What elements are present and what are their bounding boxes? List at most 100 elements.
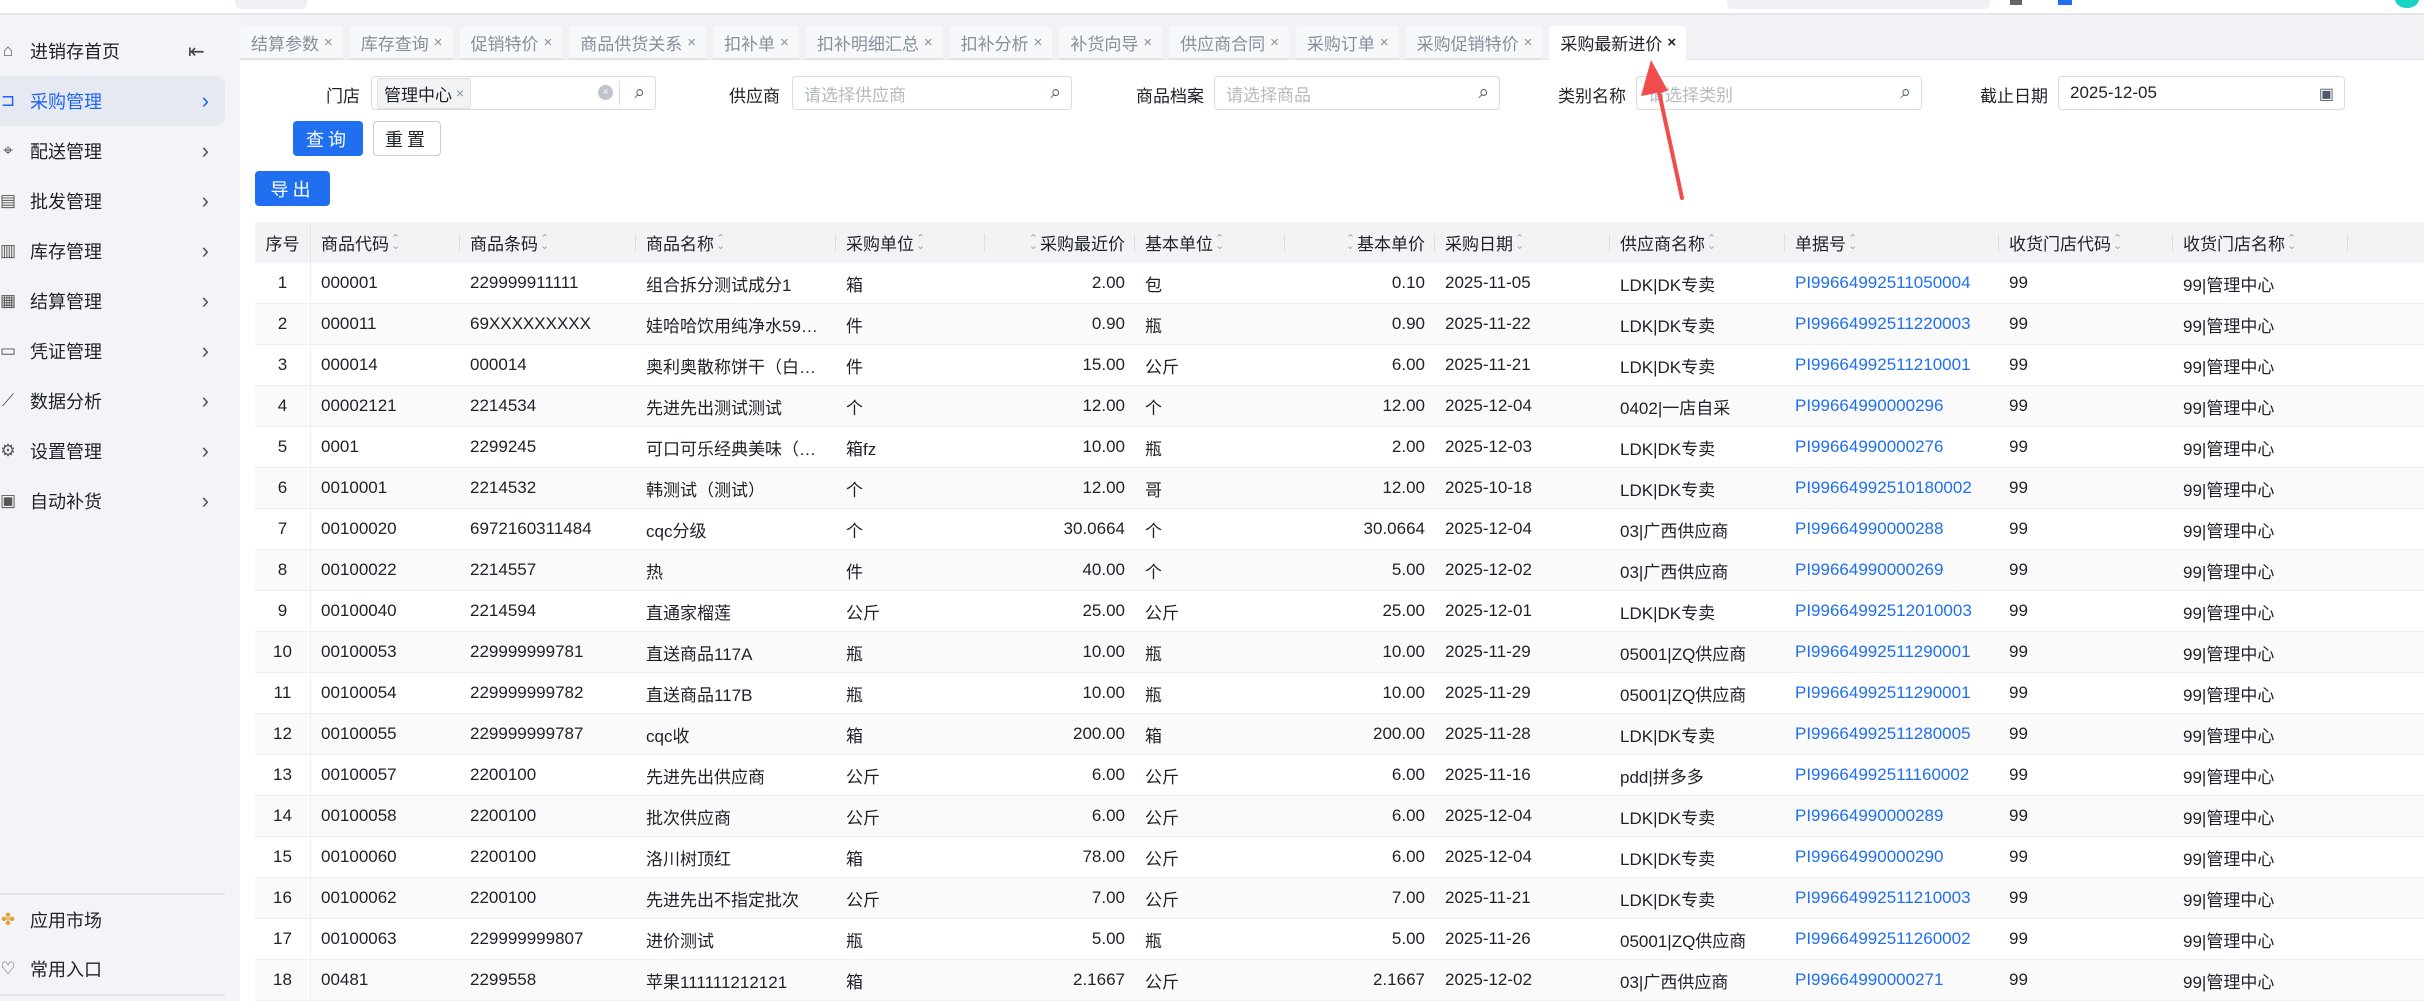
category-input[interactable]: 请选择类别 ⌕ (1636, 76, 1922, 110)
tab-4[interactable]: 扣补单 × (713, 26, 799, 60)
tab-0[interactable]: 结算参数 × (240, 26, 343, 60)
search-icon[interactable]: ⌕ (634, 82, 645, 104)
date-input[interactable]: 2025-12-05 ▣ (2058, 76, 2345, 110)
remove-chip-icon[interactable]: × (456, 85, 464, 101)
chevron-right-icon[interactable]: › (202, 88, 209, 114)
document-number-link[interactable]: PI99664992511290001 (1785, 632, 1999, 672)
table-row[interactable]: 4 00002121 2214534 先进先出测试测试 个 12.00 个 12.00 2025… (255, 386, 2424, 427)
tab-1[interactable]: 库存查询 × (349, 26, 453, 60)
document-number-link[interactable]: PI99664990000276 (1785, 427, 1999, 467)
chevron-right-icon[interactable]: › (202, 438, 209, 464)
document-number-link[interactable]: PI99664990000289 (1785, 796, 1999, 836)
chevron-right-icon[interactable]: › (202, 338, 209, 364)
tab-5[interactable]: 扣补明细汇总 × (805, 26, 943, 60)
table-row[interactable]: 5 0001 2299245 可口可乐经典美味（… 箱fz 10.00 瓶 2.00 2025-… (255, 427, 2424, 468)
close-tab-icon[interactable]: × (1143, 34, 1152, 51)
document-number-link[interactable]: PI99664990000288 (1785, 509, 1999, 549)
tab-2[interactable]: 促销特价 × (459, 26, 563, 60)
column-header[interactable]: 基本单位 ⌃ ⌄ (1135, 222, 1285, 263)
sort-icon[interactable]: ⌃ ⌄ (916, 233, 925, 251)
top-device-icon[interactable] (2010, 0, 2022, 5)
tab-11[interactable]: 采购最新进价 × (1549, 26, 1687, 60)
sort-icon[interactable]: ⌃ ⌄ (2113, 233, 2122, 251)
sort-icon[interactable]: ⌃ ⌄ (391, 233, 400, 251)
user-avatar[interactable] (2395, 0, 2419, 8)
table-row[interactable]: 10 00100053 229999999781 直送商品117A 瓶 10.00 瓶 10.… (255, 632, 2424, 673)
table-row[interactable]: 12 00100055 229999999787 cqc收 箱 200.00 箱 200.00… (255, 714, 2424, 755)
chevron-right-icon[interactable]: › (202, 488, 209, 514)
table-row[interactable]: 14 00100058 2200100 批次供应商 公斤 6.00 公斤 6.00 2025-1… (255, 796, 2424, 837)
tab-8[interactable]: 供应商合同 × (1169, 26, 1289, 60)
document-number-link[interactable]: PI99664990000296 (1785, 386, 1999, 426)
table-row[interactable]: 8 00100022 2214557 热 件 40.00 个 5.00 2025-12-02 03… (255, 550, 2424, 591)
sidebar-item-6[interactable]: ▭ 凭证管理 › (0, 326, 225, 376)
product-input[interactable]: 请选择商品 ⌕ (1214, 76, 1500, 110)
sidebar-item-4[interactable]: ▥ 库存管理 › (0, 226, 225, 276)
document-number-link[interactable]: PI99664992512010003 (1785, 591, 1999, 631)
top-app-icon[interactable] (2058, 0, 2072, 5)
document-number-link[interactable]: PI99664992510180002 (1785, 468, 1999, 508)
close-tab-icon[interactable]: × (1380, 34, 1389, 51)
query-button[interactable]: 查询 (293, 121, 363, 156)
table-row[interactable]: 1 000001 229999911111 组合拆分测试成分1 箱 2.00 包 0.10 20… (255, 263, 2424, 304)
reset-button[interactable]: 重置 (373, 121, 441, 156)
export-button[interactable]: 导出 (255, 171, 330, 206)
clear-icon[interactable]: × (598, 85, 613, 100)
document-number-link[interactable]: PI99664992511050004 (1785, 263, 1999, 303)
calendar-icon[interactable]: ▣ (2319, 84, 2334, 104)
table-row[interactable]: 15 00100060 2200100 洛川树顶红 箱 78.00 公斤 6.00 2025-1… (255, 837, 2424, 878)
top-search-field[interactable] (1727, 0, 1990, 9)
sidebar-item-2[interactable]: ⌖ 配送管理 › (0, 126, 225, 176)
chevron-right-icon[interactable]: › (202, 288, 209, 314)
sort-icon[interactable]: ⌃ ⌄ (2287, 233, 2296, 251)
table-row[interactable]: 17 00100063 229999999807 进价测试 瓶 5.00 瓶 5.00 2025… (255, 919, 2424, 960)
collapse-sidebar-icon[interactable]: ⇤ (188, 39, 205, 64)
document-number-link[interactable]: PI99664990000269 (1785, 550, 1999, 590)
sidebar-item-8[interactable]: ⚙ 设置管理 › (0, 426, 225, 476)
close-tab-icon[interactable]: × (924, 34, 933, 51)
document-number-link[interactable]: PI99664992511290001 (1785, 673, 1999, 713)
document-number-link[interactable]: PI99664992511210003 (1785, 878, 1999, 918)
sidebar-item-favorites[interactable]: ♡ 常用入口 (0, 944, 225, 994)
tab-6[interactable]: 扣补分析 × (949, 26, 1053, 60)
sidebar-item-5[interactable]: ▦ 结算管理 › (0, 276, 225, 326)
column-header[interactable]: 单据号 ⌃ ⌄ (1785, 222, 1999, 263)
column-header[interactable]: 收货门店名称 ⌃ ⌄ (2173, 222, 2348, 263)
sort-icon[interactable]: ⌃ ⌄ (1346, 233, 1355, 251)
column-header[interactable]: 商品代码 ⌃ ⌄ (311, 222, 460, 263)
chevron-right-icon[interactable]: › (202, 388, 209, 414)
table-row[interactable]: 11 00100054 229999999782 直送商品117B 瓶 10.00 瓶 10.… (255, 673, 2424, 714)
tab-7[interactable]: 补货向导 × (1059, 26, 1163, 60)
document-number-link[interactable]: PI99664990000271 (1785, 960, 1999, 1000)
sort-icon[interactable]: ⌃ ⌄ (1515, 233, 1524, 251)
document-number-link[interactable]: PI99664992511260002 (1785, 919, 1999, 959)
search-icon[interactable]: ⌕ (1050, 82, 1061, 104)
column-header[interactable]: ⌃ ⌄ 采购最近价 (985, 222, 1135, 263)
sidebar-item-app-market[interactable]: ✤ 应用市场 (0, 895, 225, 945)
chevron-right-icon[interactable]: › (202, 188, 209, 214)
document-number-link[interactable]: PI99664990000290 (1785, 837, 1999, 877)
close-tab-icon[interactable]: × (324, 34, 333, 51)
sidebar-item-3[interactable]: ▤ 批发管理 › (0, 176, 225, 226)
close-tab-icon[interactable]: × (1270, 34, 1279, 51)
column-header[interactable]: 供应商名称 ⌃ ⌄ (1610, 222, 1785, 263)
sort-icon[interactable]: ⌃ ⌄ (1029, 233, 1038, 251)
document-number-link[interactable]: PI99664992511160002 (1785, 755, 1999, 795)
close-tab-icon[interactable]: × (1034, 34, 1043, 51)
column-header[interactable]: ⌃ ⌄ 基本单价 (1285, 222, 1435, 263)
column-header[interactable]: 商品名称 ⌃ ⌄ (636, 222, 836, 263)
tab-3[interactable]: 商品供货关系 × (569, 26, 707, 60)
chevron-right-icon[interactable]: › (202, 138, 209, 164)
sort-icon[interactable]: ⌃ ⌄ (1215, 233, 1224, 251)
supplier-input[interactable]: 请选择供应商 ⌕ (792, 76, 1072, 110)
sort-icon[interactable]: ⌃ ⌄ (1707, 233, 1716, 251)
close-tab-icon[interactable]: × (434, 34, 443, 51)
sidebar-item-9[interactable]: ▣ 自动补货 › (0, 476, 225, 526)
column-header[interactable]: 采购日期 ⌃ ⌄ (1435, 222, 1610, 263)
sidebar-item-7[interactable]: ⟋ 数据分析 › (0, 376, 225, 426)
table-row[interactable]: 3 000014 000014 奥利奥散称饼干（白… 件 15.00 公斤 6.00 2025-… (255, 345, 2424, 386)
sidebar-item-1[interactable]: ⊐ 采购管理 › (0, 76, 225, 126)
table-row[interactable]: 9 00100040 2214594 直通家榴莲 公斤 25.00 公斤 25.00 2025-… (255, 591, 2424, 632)
top-search-box[interactable] (235, 0, 307, 9)
document-number-link[interactable]: PI99664992511220003 (1785, 304, 1999, 344)
